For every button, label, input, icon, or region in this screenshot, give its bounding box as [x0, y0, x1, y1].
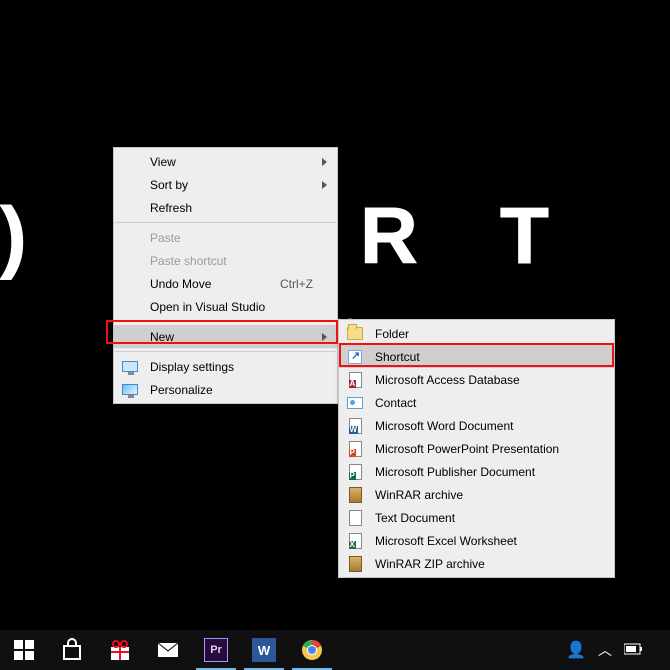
rar-icon — [347, 487, 363, 503]
menu-separator — [115, 222, 336, 223]
context-submenu-new: Folder Shortcut A Microsoft Access Database… — [338, 319, 615, 578]
submenu-item-label: Contact — [375, 396, 416, 410]
taskbar-mail[interactable] — [144, 630, 192, 670]
menu-item-label: Paste shortcut — [150, 254, 227, 268]
shortcut-icon — [347, 349, 363, 365]
doc-icon: A — [347, 372, 363, 388]
submenu-item-shortcut[interactable]: Shortcut — [339, 345, 614, 368]
submenu-item-winrar-zip-archive[interactable]: WinRAR ZIP archive — [339, 552, 614, 575]
menu-item-paste: Paste — [114, 226, 337, 249]
doc-icon: W — [347, 418, 363, 434]
menu-item-label: Open in Visual Studio — [150, 300, 265, 314]
menu-item-label: Personalize — [150, 383, 213, 397]
submenu-item-label: Microsoft PowerPoint Presentation — [375, 442, 559, 456]
menu-item-label: Refresh — [150, 201, 192, 215]
menu-item-undo-move[interactable]: Undo Move Ctrl+Z — [114, 272, 337, 295]
submenu-item-text-document[interactable]: Text Document — [339, 506, 614, 529]
doc-icon: P — [347, 441, 363, 457]
submenu-item-label: WinRAR ZIP archive — [375, 557, 485, 571]
submenu-item-microsoft-publisher-document[interactable]: P Microsoft Publisher Document — [339, 460, 614, 483]
people-icon[interactable]: 👤 — [566, 640, 586, 660]
wallpaper-text-2: R T — [360, 190, 579, 282]
submenu-item-microsoft-access-database[interactable]: A Microsoft Access Database — [339, 368, 614, 391]
doc-icon: P — [347, 464, 363, 480]
folder-icon — [347, 326, 363, 342]
submenu-item-label: Microsoft Word Document — [375, 419, 514, 433]
menu-item-display-settings[interactable]: Display settings — [114, 355, 337, 378]
menu-separator — [115, 321, 336, 322]
taskbar-start[interactable] — [0, 630, 48, 670]
menu-separator — [115, 351, 336, 352]
submenu-item-label: Microsoft Access Database — [375, 373, 520, 387]
taskbar-chrome[interactable] — [288, 630, 336, 670]
menu-item-label: Undo Move — [150, 277, 211, 291]
submenu-item-microsoft-powerpoint-presentation[interactable]: P Microsoft PowerPoint Presentation — [339, 437, 614, 460]
battery-icon[interactable] — [624, 642, 644, 658]
taskbar-gift[interactable] — [96, 630, 144, 670]
menu-item-label: Display settings — [150, 360, 234, 374]
submenu-item-label: Shortcut — [375, 350, 420, 364]
personalize-icon — [122, 382, 138, 398]
menu-item-sort-by[interactable]: Sort by — [114, 173, 337, 196]
submenu-item-label: Microsoft Publisher Document — [375, 465, 535, 479]
submenu-item-label: Text Document — [375, 511, 455, 525]
menu-item-view[interactable]: View — [114, 150, 337, 173]
menu-item-label: Paste — [150, 231, 181, 245]
menu-item-label: New — [150, 330, 174, 344]
taskbar-store[interactable] — [48, 630, 96, 670]
contact-icon — [347, 395, 363, 411]
doc-icon — [347, 510, 363, 526]
monitor-icon — [122, 359, 138, 375]
taskbar-premiere[interactable]: Pr — [192, 630, 240, 670]
submenu-item-folder[interactable]: Folder — [339, 322, 614, 345]
context-menu: View Sort by Refresh Paste Paste shortcut Und… — [113, 147, 338, 404]
submenu-item-microsoft-word-document[interactable]: W Microsoft Word Document — [339, 414, 614, 437]
rar-icon — [347, 556, 363, 572]
submenu-item-label: WinRAR archive — [375, 488, 463, 502]
menu-item-personalize[interactable]: Personalize — [114, 378, 337, 401]
submenu-item-winrar-archive[interactable]: WinRAR archive — [339, 483, 614, 506]
doc-icon: X — [347, 533, 363, 549]
submenu-item-label: Folder — [375, 327, 409, 341]
menu-item-new[interactable]: New — [114, 325, 337, 348]
tray-chevron-icon[interactable]: ︿ — [598, 640, 612, 660]
submenu-item-microsoft-excel-worksheet[interactable]: X Microsoft Excel Worksheet — [339, 529, 614, 552]
menu-shortcut: Ctrl+Z — [280, 277, 313, 291]
menu-item-label: View — [150, 155, 176, 169]
taskbar-word[interactable]: W — [240, 630, 288, 670]
menu-item-refresh[interactable]: Refresh — [114, 196, 337, 219]
menu-item-open-in-visual-studio[interactable]: Open in Visual Studio — [114, 295, 337, 318]
menu-item-paste-shortcut: Paste shortcut — [114, 249, 337, 272]
submenu-item-contact[interactable]: Contact — [339, 391, 614, 414]
menu-item-label: Sort by — [150, 178, 188, 192]
taskbar: PrW 👤 ︿ — [0, 630, 670, 670]
submenu-item-label: Microsoft Excel Worksheet — [375, 534, 517, 548]
